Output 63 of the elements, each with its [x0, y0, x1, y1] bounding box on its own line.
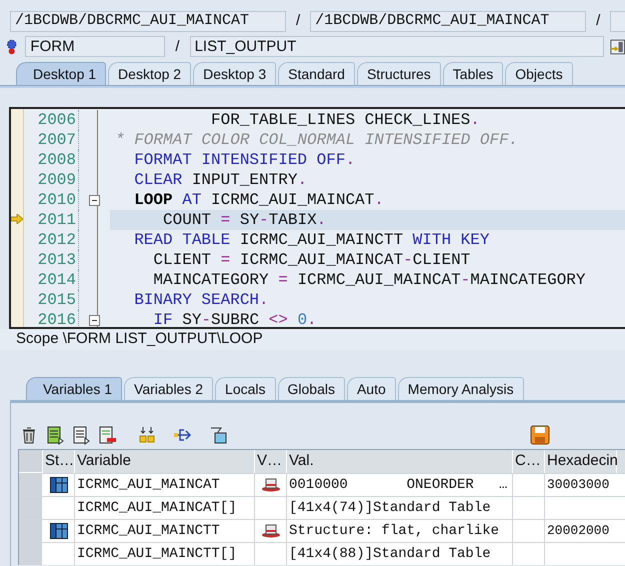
table-cell: ICRMC_AUI_MAINCAT[] [75, 497, 255, 519]
hat-icon [260, 478, 280, 492]
filter-icon[interactable] [209, 425, 229, 445]
tab[interactable]: Locals [215, 377, 276, 400]
code-line: CLEAR INPUT_ENTRY. [133, 170, 308, 190]
table-cell: ICRMC_AUI_MAINCTT [75, 520, 255, 542]
tab[interactable]: Desktop 3 [193, 62, 276, 85]
text-field[interactable] [610, 10, 625, 32]
column-header[interactable]: Hexadecin [545, 450, 617, 473]
tab[interactable]: Desktop 2 [108, 62, 192, 85]
collapse-icon[interactable] [89, 194, 100, 206]
code-line: BINARY SEARCH. [133, 290, 270, 310]
table-cell: ICRMC_AUI_MAINCAT [75, 474, 255, 496]
code-line: FOR_TABLE_LINES CHECK_LINES. [210, 110, 481, 130]
separator: / [595, 11, 602, 31]
layout-icon[interactable] [610, 36, 625, 57]
code-line: IF SY-SUBRC <> 0. [152, 310, 318, 327]
column-header[interactable]: C… [513, 450, 545, 473]
table-cell: ICRMC_AUI_MAINCTT[] [75, 543, 255, 565]
column-header[interactable]: Val. [287, 450, 513, 473]
save-icon[interactable] [530, 425, 550, 445]
code-line: * FORMAT COLOR COL_NORMAL INTENSIFIED OFF. [114, 130, 520, 150]
tab[interactable]: Tables [442, 62, 504, 85]
document-icon[interactable] [45, 425, 65, 445]
tab[interactable]: Structures [356, 62, 441, 85]
text-field[interactable]: /1BCDWB/DBCRMC_AUI_MAINCAT [310, 10, 586, 32]
gear-icon [4, 36, 20, 57]
separator: / [174, 36, 181, 56]
tab[interactable]: Objects [505, 62, 573, 85]
code-line: MAINCATEGORY = ICRMC_AUI_MAINCAT-MAINCATEGORY [152, 270, 586, 290]
table-cell: Structure: flat, charlike [287, 520, 513, 542]
structure-icon [50, 477, 68, 493]
text-field[interactable]: FORM [25, 36, 166, 58]
code-line: LOOP AT ICRMC_AUI_MAINCAT. [133, 190, 385, 210]
column-header[interactable]: Variable [75, 450, 255, 473]
structure-icon [50, 523, 68, 539]
code-line: FORMAT INTENSIFIED OFF. [133, 150, 356, 170]
code-line: CLIENT = ICRMC_AUI_MAINCAT-CLIENT [152, 250, 472, 270]
table-cell: 0010000 ONEORDER … [287, 474, 513, 496]
column-header[interactable]: St… [43, 450, 75, 473]
table-cell-text: 30003000 [546, 476, 610, 494]
table-cell-text: 20002000 [546, 522, 610, 540]
column-header[interactable]: V… [255, 450, 287, 473]
tab[interactable]: Globals [278, 377, 345, 400]
tab[interactable]: Memory Analysis [398, 377, 524, 400]
collapse-icon[interactable] [89, 314, 100, 326]
tab[interactable]: Standard [278, 62, 355, 85]
hat-icon [260, 524, 280, 538]
tab[interactable]: Variables 1 [26, 377, 122, 400]
document-icon[interactable] [97, 425, 117, 445]
text-field[interactable]: LIST_OUTPUT [190, 36, 604, 58]
tab[interactable]: Variables 2 [124, 377, 214, 400]
scope-label: Scope \FORM LIST_OUTPUT\LOOP [16, 329, 263, 350]
table-cell: [41x4(74)]Standard Table [287, 497, 513, 519]
table-cell: [41x4(88)]Standard Table [287, 543, 513, 565]
separator: / [295, 11, 302, 31]
tab[interactable]: Desktop 1 [16, 62, 106, 85]
sort-icon[interactable] [137, 425, 157, 445]
document-icon[interactable] [71, 425, 91, 445]
line-number: 2011 [24, 210, 78, 230]
code-line: READ TABLE ICRMC_AUI_MAINCTT WITH KEY [133, 230, 490, 250]
tab[interactable]: Auto [346, 377, 396, 400]
text-field[interactable]: /1BCDWB/DBCRMC_AUI_MAINCAT [10, 10, 286, 32]
